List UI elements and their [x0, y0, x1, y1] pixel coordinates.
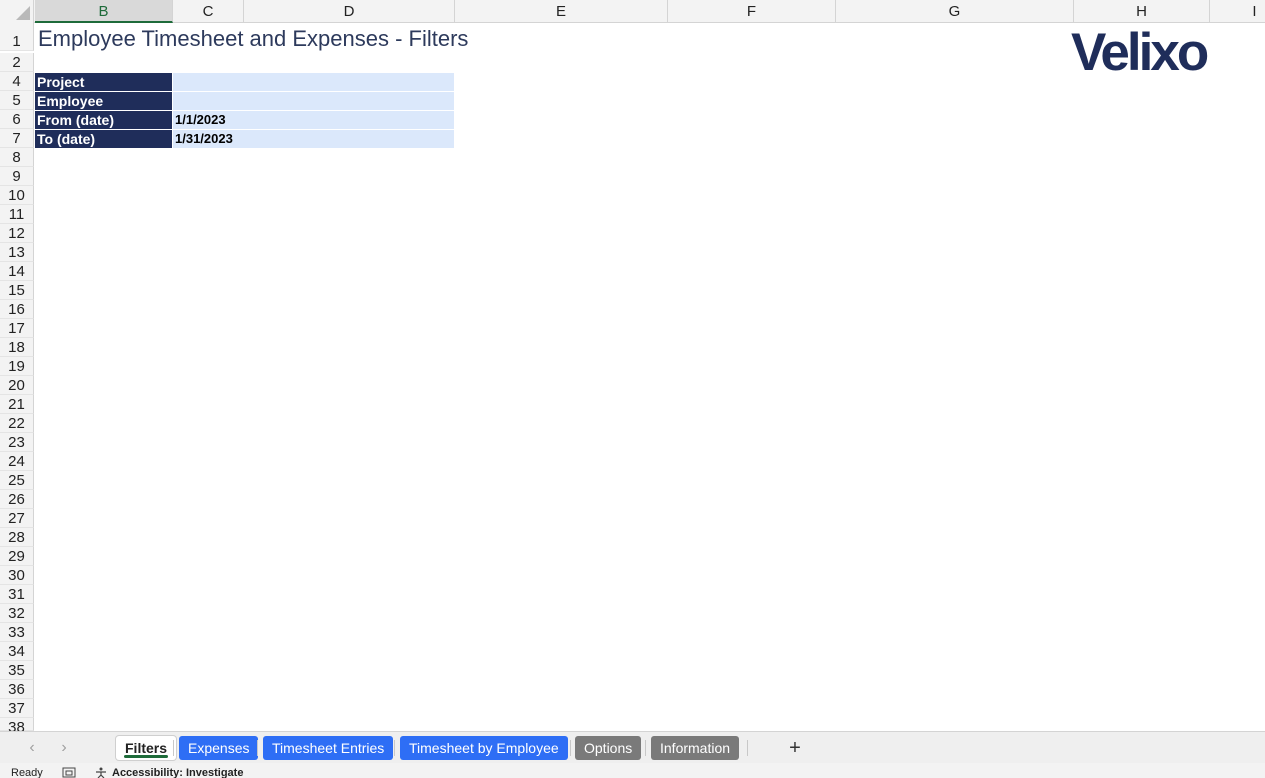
row-header-filler — [0, 23, 34, 32]
row-header[interactable]: 15 — [0, 281, 34, 300]
row-header[interactable]: 18 — [0, 338, 34, 357]
row-header[interactable]: 25 — [0, 471, 34, 490]
row-header[interactable]: 35 — [0, 661, 34, 680]
row-header[interactable]: 38 — [0, 718, 34, 736]
row-header[interactable]: 27 — [0, 509, 34, 528]
tab-expenses[interactable]: Expenses — [179, 736, 259, 760]
row-header[interactable]: 4 — [0, 72, 34, 91]
column-header-f[interactable]: F — [668, 0, 836, 23]
row-header[interactable]: 22 — [0, 414, 34, 433]
row-header[interactable]: 11 — [0, 205, 34, 224]
plus-icon[interactable]: + — [785, 737, 805, 759]
filter-label-employee[interactable]: Employee — [35, 92, 172, 110]
filter-label-from-date[interactable]: From (date) — [35, 111, 172, 129]
accessibility-status[interactable]: Accessibility: Investigate — [112, 767, 243, 778]
tab-timesheet-entries[interactable]: Timesheet Entries — [263, 736, 394, 760]
row-header[interactable]: 24 — [0, 452, 34, 471]
row-header[interactable]: 17 — [0, 319, 34, 338]
row-header[interactable]: 2 — [0, 53, 34, 72]
tab-separator — [570, 740, 571, 756]
row-header[interactable]: 6 — [0, 110, 34, 129]
tab-options[interactable]: Options — [575, 736, 642, 760]
row-header[interactable]: 10 — [0, 186, 34, 205]
row-header[interactable]: 33 — [0, 623, 34, 642]
filter-value-to-date[interactable]: 1/31/2023 — [173, 130, 454, 148]
filter-value-project[interactable] — [173, 73, 454, 91]
tab-separator — [645, 740, 646, 756]
velixo-logo: Velixo — [1071, 23, 1209, 82]
tab-separator — [257, 740, 258, 756]
row-header[interactable]: 28 — [0, 528, 34, 547]
column-header-c[interactable]: C — [173, 0, 244, 23]
row-header[interactable]: 36 — [0, 680, 34, 699]
sheet-title[interactable]: Employee Timesheet and Expenses - Filter… — [38, 26, 468, 52]
row-header[interactable]: 26 — [0, 490, 34, 509]
row-header[interactable]: 37 — [0, 699, 34, 718]
sheet-tab-bar: ‹ › Filters Expenses Timesheet Entries T… — [0, 731, 1265, 763]
row-header[interactable]: 34 — [0, 642, 34, 661]
filter-value-employee[interactable] — [173, 92, 454, 110]
row-header[interactable]: 30 — [0, 566, 34, 585]
row-header[interactable]: 7 — [0, 129, 34, 148]
tab-separator — [173, 740, 174, 756]
chevron-right-icon[interactable]: › — [54, 738, 74, 758]
row-header[interactable]: 20 — [0, 376, 34, 395]
accessibility-icon[interactable] — [94, 767, 108, 778]
chevron-left-icon[interactable]: ‹ — [22, 738, 42, 758]
row-header[interactable]: 14 — [0, 262, 34, 281]
column-header-g[interactable]: G — [836, 0, 1074, 23]
select-all-corner[interactable] — [0, 0, 34, 23]
tab-timesheet-by-employee[interactable]: Timesheet by Employee — [400, 736, 568, 760]
row-header[interactable]: 29 — [0, 547, 34, 566]
macro-recording-icon[interactable] — [62, 767, 76, 778]
row-header[interactable]: 5 — [0, 91, 34, 110]
filter-value-from-date[interactable]: 1/1/2023 — [173, 111, 454, 129]
status-ready: Ready — [11, 767, 43, 778]
row-header[interactable]: 19 — [0, 357, 34, 376]
column-header-h[interactable]: H — [1074, 0, 1210, 23]
tab-filters[interactable]: Filters — [116, 736, 177, 760]
filter-label-project[interactable]: Project — [35, 73, 172, 91]
row-header[interactable]: 13 — [0, 243, 34, 262]
row-header[interactable]: 16 — [0, 300, 34, 319]
row-header[interactable]: 1 — [0, 32, 34, 51]
column-header-b[interactable]: B — [35, 0, 173, 23]
row-header[interactable]: 8 — [0, 148, 34, 167]
column-header-row: B C D E F G H I — [0, 0, 1265, 23]
row-header[interactable]: 12 — [0, 224, 34, 243]
row-header[interactable]: 31 — [0, 585, 34, 604]
row-header[interactable]: 23 — [0, 433, 34, 452]
column-header-i[interactable]: I — [1210, 0, 1265, 23]
status-bar: Ready Accessibility: Investigate — [0, 763, 1265, 778]
row-header[interactable]: 9 — [0, 167, 34, 186]
tab-separator — [747, 740, 748, 756]
tab-separator — [394, 740, 395, 756]
row-header[interactable]: 32 — [0, 604, 34, 623]
column-header-d[interactable]: D — [244, 0, 455, 23]
filter-label-to-date[interactable]: To (date) — [35, 130, 172, 148]
column-header-e[interactable]: E — [455, 0, 668, 23]
tab-information[interactable]: Information — [651, 736, 740, 760]
row-header[interactable]: 21 — [0, 395, 34, 414]
